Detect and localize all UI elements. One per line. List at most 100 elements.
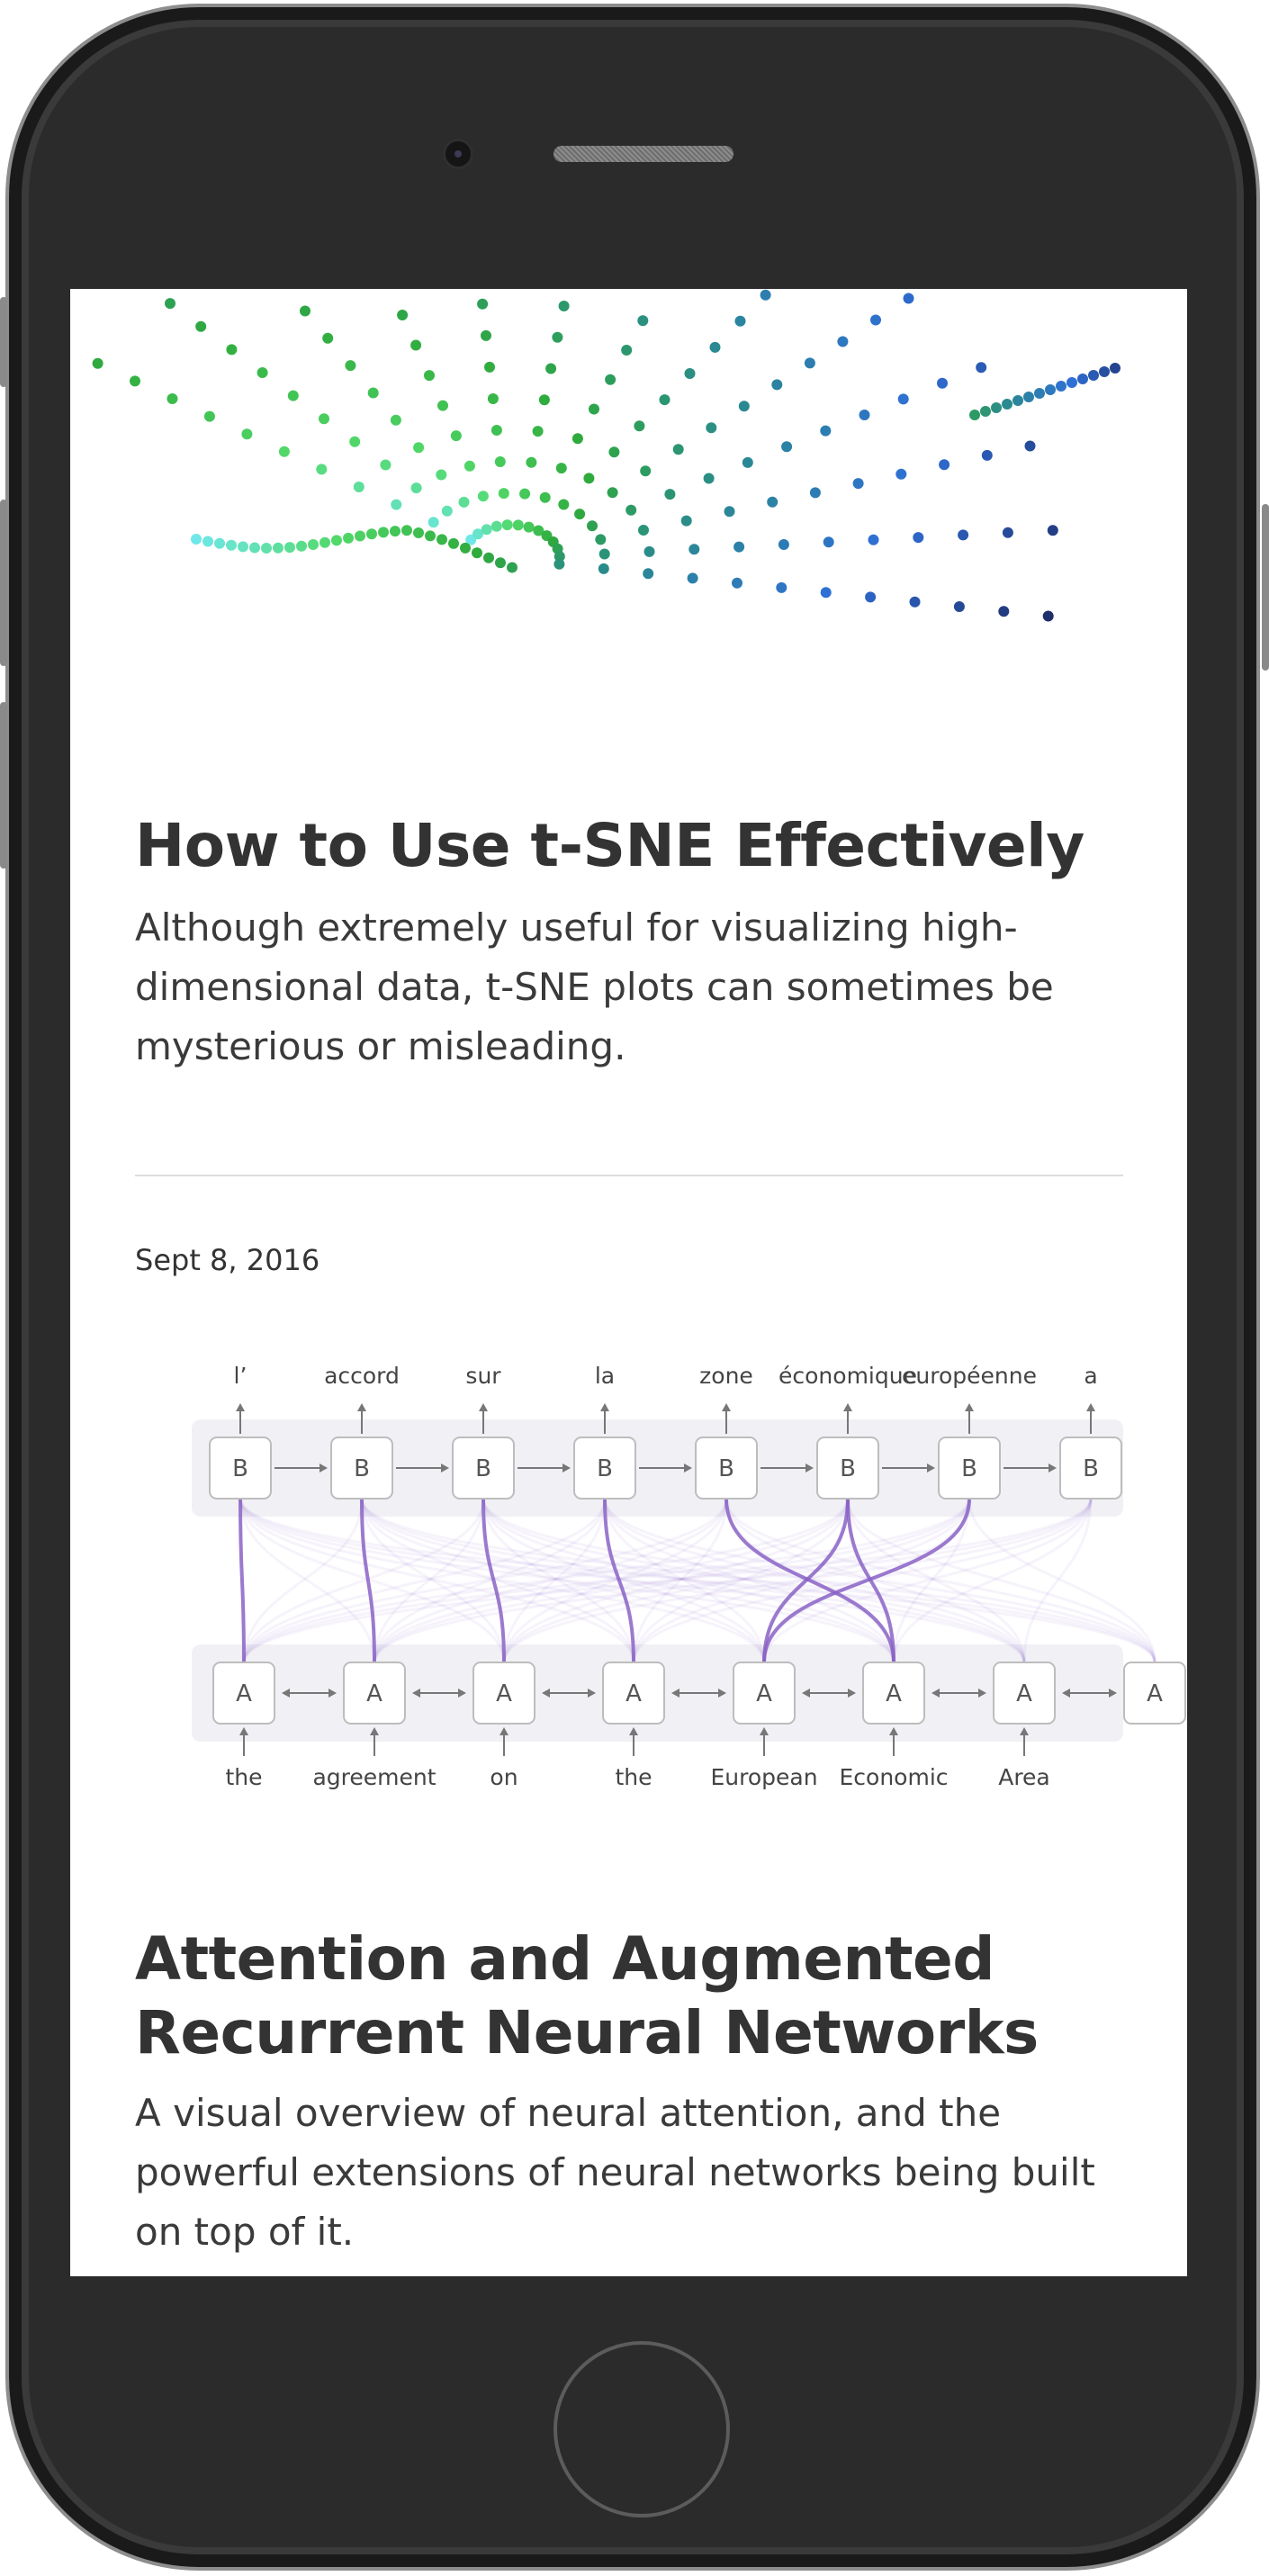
tsne-point — [1047, 525, 1058, 536]
volume-up-button[interactable] — [0, 500, 7, 666]
article-description: Although extremely useful for visualizin… — [135, 905, 1054, 1068]
output-word: la — [595, 1363, 615, 1389]
input-word: European — [710, 1764, 817, 1790]
input-word: Economic — [839, 1764, 948, 1790]
tsne-point — [589, 403, 599, 415]
tsne-point — [494, 456, 506, 467]
tsne-point — [969, 410, 980, 420]
tsne-point — [897, 393, 909, 405]
tsne-point — [809, 487, 821, 499]
tsne-point — [472, 547, 482, 559]
tsne-point — [367, 387, 379, 399]
attention-weight — [238, 1498, 246, 1663]
tsne-point — [481, 329, 491, 341]
input-word: the — [225, 1764, 262, 1790]
encoder-cell-label: A — [496, 1680, 512, 1707]
tsne-point — [1110, 363, 1120, 374]
tsne-point — [512, 519, 524, 531]
tsne-point — [781, 441, 793, 453]
tsne-point — [587, 520, 598, 532]
article-title[interactable]: Attention and Augmented Recurrent Neural… — [135, 1923, 1187, 2070]
tsne-point — [450, 430, 462, 442]
tsne-point — [644, 545, 655, 557]
output-word: zone — [699, 1363, 753, 1389]
decoder-cell-label: B — [840, 1455, 856, 1482]
tsne-point — [865, 591, 877, 603]
tsne-point — [238, 541, 248, 553]
tsne-point — [92, 357, 104, 369]
tsne-point — [349, 436, 361, 447]
mute-switch[interactable] — [0, 297, 7, 387]
encoder-cell-label: A — [626, 1680, 642, 1707]
output-word: économique — [778, 1363, 917, 1389]
tsne-point — [1012, 395, 1023, 406]
tsne-point — [643, 568, 654, 580]
tsne-point — [380, 459, 392, 471]
tsne-point — [1002, 527, 1013, 538]
tsne-point — [226, 539, 237, 551]
tsne-point — [734, 541, 745, 553]
tsne-point — [640, 465, 652, 477]
tsne-point — [343, 532, 354, 544]
tsne-point — [1099, 366, 1110, 377]
tsne-point — [608, 446, 620, 458]
tsne-point — [776, 581, 788, 593]
tsne-point — [1024, 440, 1036, 452]
tsne-point — [316, 464, 328, 475]
decoder-cell-label: B — [597, 1455, 613, 1482]
tsne-point — [558, 301, 570, 311]
tsne-point — [300, 305, 310, 317]
tsne-point — [437, 400, 448, 411]
tsne-point — [425, 530, 436, 542]
input-word: agreement — [312, 1764, 436, 1790]
tsne-point — [495, 557, 506, 569]
tsne-point — [545, 363, 557, 374]
tsne-point — [554, 558, 565, 570]
output-arrowhead — [965, 1403, 974, 1411]
tsne-point — [410, 482, 422, 494]
tsne-point — [598, 563, 609, 574]
tsne-point — [261, 543, 272, 554]
encoder-cell-label: A — [366, 1680, 382, 1707]
tsne-point — [859, 410, 870, 420]
tsne-point — [214, 537, 225, 549]
article-title-text: Attention and Augmented Recurrent Neural… — [135, 1924, 1039, 2067]
tsne-point — [852, 478, 864, 490]
volume-down-button[interactable] — [0, 702, 7, 869]
tsne-point — [637, 315, 649, 327]
tsne-point — [539, 491, 551, 503]
tsne-point — [320, 536, 330, 548]
tsne-point — [355, 530, 365, 542]
tsne-point — [284, 542, 295, 554]
tsne-point — [672, 444, 684, 455]
tsne-point — [519, 488, 531, 500]
tsne-point — [572, 433, 583, 445]
tsne-point — [391, 499, 402, 510]
tsne-point — [507, 562, 518, 573]
tsne-point — [532, 426, 544, 437]
power-button[interactable] — [1262, 504, 1269, 671]
tsne-point — [130, 375, 140, 387]
article-title[interactable]: How to Use t-SNE Effectively — [135, 809, 1084, 883]
tsne-point — [538, 394, 550, 406]
tsne-point — [523, 521, 535, 533]
decoder-cell-label: B — [718, 1455, 734, 1482]
tsne-point — [458, 496, 470, 508]
tsne-point — [165, 298, 176, 310]
tsne-point — [771, 379, 783, 391]
encoder-cell-label: A — [756, 1680, 772, 1707]
tsne-point — [583, 473, 595, 484]
tsne-point — [490, 425, 502, 436]
tsne-point — [706, 422, 717, 434]
home-button[interactable] — [554, 2341, 730, 2517]
tsne-point — [732, 577, 742, 589]
screen: How to Use t-SNE Effectively Although ex… — [70, 289, 1187, 2276]
tsne-point — [607, 487, 618, 499]
tsne-point — [390, 526, 400, 537]
output-word: a — [1084, 1363, 1097, 1389]
tsne-point — [273, 542, 284, 554]
tsne-point — [626, 504, 637, 516]
output-word: européenne — [902, 1363, 1037, 1389]
tsne-point — [868, 534, 879, 545]
tsne-point — [166, 393, 178, 404]
